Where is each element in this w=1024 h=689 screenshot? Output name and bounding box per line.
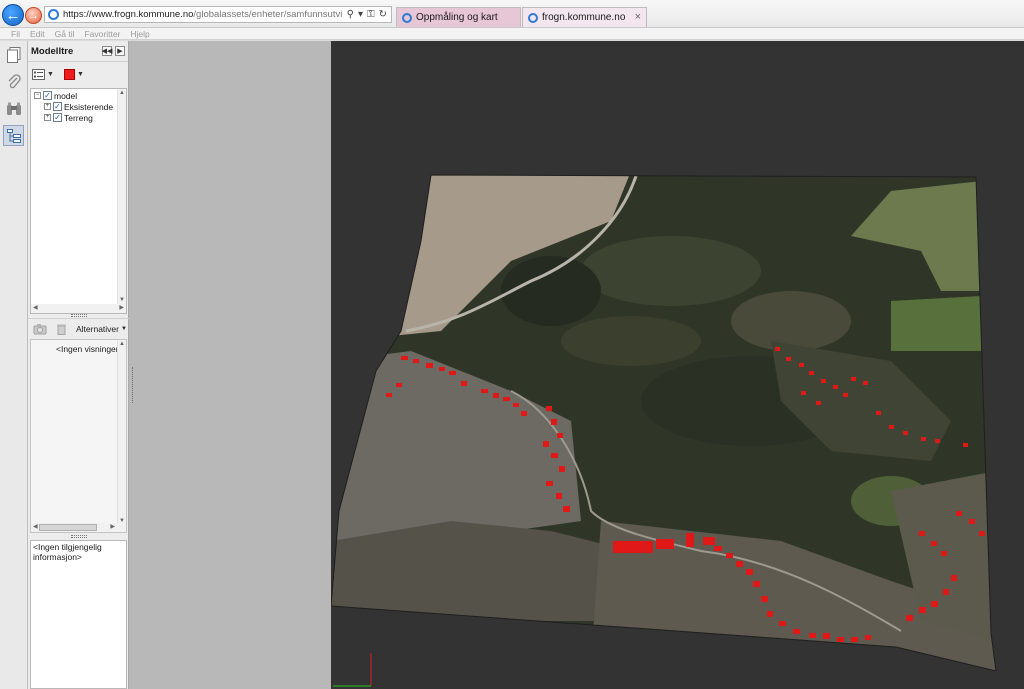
- checkbox-eksisterende[interactable]: ✓: [53, 102, 62, 111]
- tree-item-label: Eksisterende: [64, 101, 114, 112]
- tree-horizontal-scrollbar[interactable]: ◀ ▶: [31, 304, 126, 313]
- color-dropdown[interactable]: ▼: [63, 68, 84, 80]
- scroll-right-icon[interactable]: ▶: [119, 304, 124, 311]
- model-tree-icon[interactable]: [3, 125, 24, 146]
- options-dropdown[interactable]: ▼: [32, 68, 54, 80]
- tree-vertical-scrollbar[interactable]: ▲ ▼: [117, 89, 126, 304]
- scroll-left-icon[interactable]: ◀: [33, 523, 38, 530]
- color-swatch-icon: [63, 68, 75, 80]
- tree-item-model[interactable]: − ✓ model: [34, 90, 77, 101]
- tree-item-label: model: [54, 90, 78, 101]
- views-vertical-scrollbar[interactable]: ▲ ▼: [117, 340, 126, 525]
- info-box: <Ingen tilgjengelig informasjon>: [30, 540, 127, 689]
- collapse-panel-button[interactable]: ◀◀: [102, 46, 112, 56]
- menu-bar: Fil Edit Gå til Favoritter Hjelp: [0, 28, 1024, 40]
- panel-splitter[interactable]: [28, 535, 129, 539]
- info-text: <Ingen tilgjengelig informasjon>: [33, 542, 102, 562]
- 3d-viewport[interactable]: [331, 41, 1024, 689]
- close-tab-icon[interactable]: ×: [635, 11, 641, 23]
- menu-goto[interactable]: Gå til: [55, 29, 75, 39]
- back-button[interactable]: ←: [2, 4, 24, 26]
- camera-icon[interactable]: [33, 323, 47, 335]
- views-horizontal-scrollbar[interactable]: ◀ ▶: [31, 523, 126, 532]
- resize-grip[interactable]: [132, 367, 134, 403]
- menu-edit[interactable]: Edit: [30, 29, 45, 39]
- navigation-icon-strip: [0, 41, 28, 689]
- model-tree-panel: Modelltre ◀◀ ▶ ▼ ▼ − ✓ model + ✓ Eksiste…: [28, 41, 129, 689]
- expand-icon[interactable]: +: [44, 114, 51, 121]
- panel-toolbar: ▼ ▼: [28, 62, 128, 86]
- chevron-down-icon: ▼: [76, 70, 84, 78]
- chevron-down-icon: ▼: [47, 70, 54, 78]
- list-options-icon: [32, 68, 45, 80]
- tab-frogn[interactable]: frogn.kommune.no ×: [522, 7, 647, 27]
- lock-icon[interactable]: ⚿: [367, 9, 375, 20]
- menu-file[interactable]: Fil: [11, 29, 20, 39]
- scroll-thumb[interactable]: [39, 524, 97, 531]
- attachment-icon[interactable]: [3, 71, 24, 92]
- tab-label: Oppmåling og kart: [416, 12, 498, 23]
- menu-favorites[interactable]: Favoritter: [84, 29, 120, 39]
- expand-icon[interactable]: +: [44, 103, 51, 110]
- scroll-up-icon[interactable]: ▲: [119, 341, 125, 347]
- ie-tab-icon: [528, 12, 538, 23]
- terrain-model[interactable]: [331, 41, 1024, 689]
- model-tree: − ✓ model + ✓ Eksisterende + ✓ Terreng ▲…: [30, 88, 127, 314]
- scroll-right-icon[interactable]: ▶: [110, 523, 115, 530]
- dropdown-icon[interactable]: ▾: [358, 9, 363, 20]
- search-icon[interactable]: ⚲: [347, 9, 354, 20]
- pages-icon[interactable]: [3, 44, 24, 65]
- binoculars-icon[interactable]: [3, 98, 24, 119]
- url-path: /globalassets/enheter/samfunnsutvikling/…: [193, 9, 343, 20]
- menu-help[interactable]: Hjelp: [130, 29, 149, 39]
- collapse-icon[interactable]: −: [34, 92, 41, 99]
- url-text[interactable]: https://www.frogn.kommune.no/globalasset…: [63, 9, 343, 20]
- alternatives-button[interactable]: Alternativer ▼: [76, 324, 127, 334]
- checkbox-model[interactable]: ✓: [43, 91, 52, 100]
- ie-page-icon: [48, 9, 59, 20]
- document-gutter: [129, 41, 331, 689]
- scroll-down-icon[interactable]: ▼: [119, 297, 125, 303]
- url-domain: https://www.frogn.kommune.no: [63, 9, 194, 20]
- address-bar[interactable]: https://www.frogn.kommune.no/globalasset…: [44, 6, 392, 23]
- browser-toolbar: ← → https://www.frogn.kommune.no/globala…: [0, 0, 1024, 28]
- forward-arrow-icon: →: [28, 9, 39, 22]
- tree-item-terreng[interactable]: + ✓ Terreng: [44, 112, 93, 123]
- trash-icon[interactable]: [56, 323, 67, 335]
- refresh-icon[interactable]: ↻: [379, 9, 387, 20]
- empty-views-text: <Ingen visninger>: [56, 344, 124, 354]
- back-arrow-icon: ←: [5, 6, 21, 24]
- tree-item-label: Terreng: [64, 112, 93, 123]
- tree-item-eksisterende[interactable]: + ✓ Eksisterende: [44, 101, 113, 112]
- options-arrow-button[interactable]: ▶: [115, 46, 125, 56]
- scroll-left-icon[interactable]: ◀: [33, 304, 38, 311]
- views-toolbar: Alternativer ▼: [28, 318, 129, 338]
- panel-header: Modelltre ◀◀ ▶: [28, 41, 128, 62]
- tab-oppmaling[interactable]: Oppmåling og kart: [396, 7, 521, 27]
- ie-tab-icon: [402, 12, 412, 23]
- alternatives-label: Alternativer: [76, 323, 119, 334]
- checkbox-terreng[interactable]: ✓: [53, 113, 62, 122]
- tab-label: frogn.kommune.no: [542, 12, 626, 23]
- chevron-down-icon: ▼: [121, 325, 127, 332]
- views-list: <Ingen visninger> ▲ ▼ ◀ ▶: [30, 339, 127, 533]
- panel-title: Modelltre: [31, 45, 74, 57]
- scroll-up-icon[interactable]: ▲: [119, 90, 125, 96]
- axis-indicator: [333, 653, 372, 687]
- forward-button[interactable]: →: [25, 7, 42, 24]
